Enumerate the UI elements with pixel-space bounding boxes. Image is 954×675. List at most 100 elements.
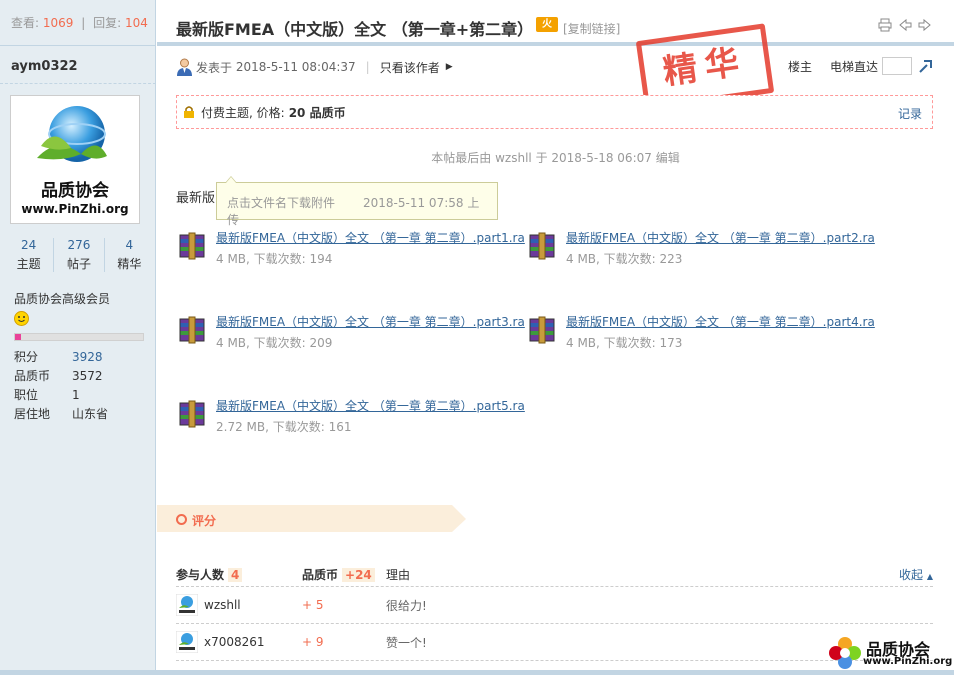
field-label: 积分 xyxy=(14,350,39,364)
purchase-record-link[interactable]: 记录 xyxy=(898,105,922,122)
participants-label: 参与人数 xyxy=(176,568,225,582)
print-icon[interactable] xyxy=(878,18,892,32)
smiley-icon xyxy=(14,311,29,326)
globe-logo-icon xyxy=(37,106,107,162)
edit-note: 本帖最后由 wzshll 于 2018-5-18 06:07 编辑 xyxy=(431,151,680,165)
rar-archive-icon xyxy=(179,400,205,428)
field-label: 职位 xyxy=(14,388,39,402)
chevron-up-icon: ▲ xyxy=(926,572,933,581)
posted-time: 2018-5-11 08:04:37 xyxy=(235,60,356,74)
rater-coin: + 9 xyxy=(302,635,324,649)
field-label: 品质币 xyxy=(14,369,51,383)
count-value: 24 xyxy=(21,238,37,252)
count-posts[interactable]: 276 帖子 xyxy=(53,238,103,272)
author-avatar[interactable]: 品质协会 www.PinZhi.org xyxy=(10,95,140,224)
rater-username[interactable]: wzshll xyxy=(204,598,241,612)
play-arrow-icon: ▶ xyxy=(445,62,453,72)
copy-link-button[interactable]: [复制链接] xyxy=(563,20,620,37)
count-label: 精华 xyxy=(117,257,142,271)
attachment-link[interactable]: 最新版FMEA（中文版）全文 （第一章 第二章）.part1.ra xyxy=(216,229,525,246)
count-digest[interactable]: 4 精华 xyxy=(103,238,154,272)
views-label: 查看: xyxy=(11,16,40,30)
field-value: 3572 xyxy=(72,369,103,383)
rating-header: 评分 xyxy=(157,505,466,532)
attachment-item: 最新版FMEA（中文版）全文 （第一章 第二章）.part4.ra 4 MB, … xyxy=(526,313,875,353)
attachment-link[interactable]: 最新版FMEA（中文版）全文 （第一章 第二章）.part3.ra xyxy=(216,313,525,330)
rar-archive-icon xyxy=(179,232,205,260)
attachment-tooltip: 点击文件名下载附件 2018-5-11 07:58 上传 xyxy=(216,176,498,227)
rater-coin: + 5 xyxy=(302,598,324,612)
watermark-url: www.PinZhi.org xyxy=(863,656,953,667)
paid-price: 20 品质币 xyxy=(288,105,346,120)
user-avatar-icon[interactable] xyxy=(176,631,198,653)
author-sidebar: 查看: 1069 | 回复: 104 aym0322 品质协会 www.PinZ… xyxy=(0,0,156,675)
user-avatar-icon[interactable] xyxy=(176,594,198,616)
rar-archive-icon xyxy=(529,316,555,344)
thread-title: 最新版FMEA（中文版）全文 （第一章+第二章） xyxy=(176,20,534,39)
paid-notice: 付费主题, 价格: 20 品质币 记录 xyxy=(176,95,933,129)
field-value[interactable]: 3928 xyxy=(72,348,103,367)
lock-icon xyxy=(184,106,194,118)
count-value: 4 xyxy=(125,238,134,252)
count-value: 276 xyxy=(67,238,91,252)
coin-total: +24 xyxy=(342,568,375,582)
author-counts: 24 主题 276 帖子 4 精华 xyxy=(4,238,154,272)
attachment-meta: 2.72 MB, 下载次数: 161 xyxy=(216,420,352,434)
replies-label: 回复: xyxy=(93,16,122,30)
field-value: 1 xyxy=(72,388,80,402)
floor-owner-label: 楼主 xyxy=(787,59,812,74)
count-topics[interactable]: 24 主题 xyxy=(4,238,53,272)
field-row: 积分 3928 xyxy=(14,348,108,367)
bottom-border xyxy=(0,670,954,675)
post-body-text: 最新版 xyxy=(176,191,216,206)
tooltip-hint: 点击文件名下载附件 xyxy=(227,196,336,210)
floor-nav: 楼主 电梯直达 xyxy=(788,57,934,75)
title-actions xyxy=(878,18,932,32)
field-row: 职位 1 xyxy=(14,386,108,405)
attachment-item: 最新版FMEA（中文版）全文 （第一章 第二章）.part2.ra 4 MB, … xyxy=(526,229,875,269)
rating-table-header: 参与人数 4 品质币 +24 理由 收起 ▲ xyxy=(176,563,933,587)
elevator-go-icon[interactable] xyxy=(918,58,934,74)
attachment-link[interactable]: 最新版FMEA（中文版）全文 （第一章 第二章）.part5.ra xyxy=(216,397,525,414)
attachment-item: 最新版FMEA（中文版）全文 （第一章 第二章）.part3.ra 4 MB, … xyxy=(176,313,525,353)
attachment-link[interactable]: 最新版FMEA（中文版）全文 （第一章 第二章）.part2.ra xyxy=(566,229,875,246)
floor-jump-input[interactable] xyxy=(882,57,912,75)
field-row: 品质币 3572 xyxy=(14,367,108,386)
hot-icon: 火 xyxy=(536,17,558,32)
title-bar: 最新版FMEA（中文版）全文 （第一章+第二章） 火 [复制链接] xyxy=(157,0,954,46)
author-only-link[interactable]: 只看该作者 xyxy=(380,59,440,76)
table-row: x7008261 + 9 赞一个! xyxy=(176,624,933,661)
count-label: 主题 xyxy=(16,257,41,271)
field-row: 居住地 山东省 xyxy=(14,405,108,424)
avatar-logo-url: www.PinZhi.org xyxy=(21,202,129,216)
views-count: 1069 xyxy=(42,16,74,30)
attachment-item: 最新版FMEA（中文版）全文 （第一章 第二章）.part1.ra 4 MB, … xyxy=(176,229,525,269)
attachment-meta: 4 MB, 下载次数: 173 xyxy=(566,336,683,350)
paid-text: 付费主题, 价格: xyxy=(201,105,285,120)
attachment-meta: 4 MB, 下载次数: 194 xyxy=(216,252,333,266)
rar-archive-icon xyxy=(179,316,205,344)
attachment-meta: 4 MB, 下载次数: 209 xyxy=(216,336,333,350)
attachment-meta: 4 MB, 下载次数: 223 xyxy=(566,252,683,266)
thread-stats: 查看: 1069 | 回复: 104 xyxy=(0,0,155,46)
author-group[interactable]: 品质协会高级会员 xyxy=(14,290,110,307)
coin-label: 品质币 xyxy=(302,568,339,582)
participants-count: 4 xyxy=(228,568,243,582)
author-username[interactable]: aym0322 xyxy=(11,59,78,74)
prev-thread-icon[interactable] xyxy=(898,18,912,32)
attachment-link[interactable]: 最新版FMEA（中文版）全文 （第一章 第二章）.part4.ra xyxy=(566,313,875,330)
rater-username[interactable]: x7008261 xyxy=(204,635,265,649)
collapse-button[interactable]: 收起 ▲ xyxy=(899,566,933,583)
flower-logo-icon xyxy=(829,637,861,669)
circle-icon xyxy=(176,514,187,525)
level-progress-fill xyxy=(15,334,22,340)
avatar-logo-text: 品质协会 xyxy=(41,181,109,201)
rating-table: 参与人数 4 品质币 +24 理由 收起 ▲ wzshll + 5 很给力! x… xyxy=(176,563,933,661)
reason-label: 理由 xyxy=(386,568,411,582)
site-watermark: 品质协会 www.PinZhi.org xyxy=(826,634,953,672)
field-value: 山东省 xyxy=(72,407,109,421)
elevator-label: 电梯直达 xyxy=(829,59,878,74)
next-thread-icon[interactable] xyxy=(918,18,932,32)
replies-count: 104 xyxy=(125,16,148,30)
level-progress-bar xyxy=(14,333,144,341)
